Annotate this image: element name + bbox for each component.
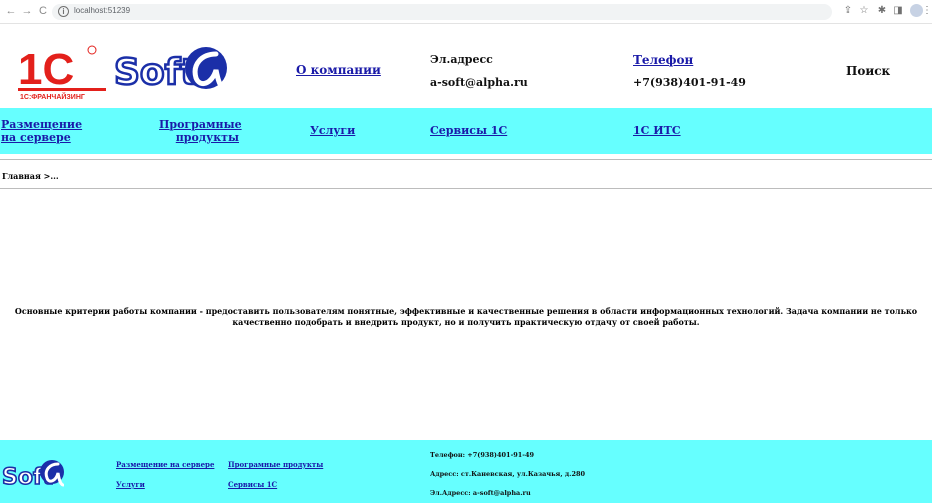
nav-item-1c-services[interactable]: Сервисы 1С [430,124,507,137]
nav-item-services[interactable]: Услуги [310,124,355,137]
search-label[interactable]: Поиск [846,64,890,78]
phone-link[interactable]: Телефон [633,53,693,67]
phone-value: +7(938)401-91-49 [633,76,746,89]
forward-icon[interactable]: → [20,4,34,18]
address-bar[interactable]: i localhost:51239 [52,4,832,20]
info-icon[interactable]: i [58,6,69,17]
more-icon[interactable]: ⋮ [922,4,932,18]
main-nav: Размещение на сервере Програмные продукт… [0,108,932,154]
footer-email: Эл.Адресс: a-soft@alpha.ru [430,489,531,497]
about-company-link[interactable]: О компании [296,63,381,77]
star-icon[interactable]: ☆ [858,4,870,18]
email-label: Эл.адресс [430,53,493,66]
extensions-icon[interactable]: ✱ [876,4,888,18]
reload-icon[interactable]: C [36,4,50,18]
site-footer: Soft Размещение на сервере Програмные пр… [0,440,932,503]
footer-phone: Телефон: +7(938)401-91-49 [430,451,535,459]
logo-soft-text: Soft [114,52,198,93]
footer-link-hosting[interactable]: Размещение на сервере [116,460,214,469]
site-header: 1C 1С:ФРАНЧАЙЗИНГ Soft О компании Эл.адр… [0,24,932,108]
nav-item-software[interactable]: Програмные продукты [159,118,242,144]
email-value: a-soft@alpha.ru [430,76,528,89]
divider-top [0,159,932,160]
divider-bottom [0,188,932,189]
footer-link-software[interactable]: Програмные продукты [228,460,323,469]
footer-link-services[interactable]: Услуги [116,480,145,489]
footer-logo-soft-alpha[interactable]: Soft [2,446,64,494]
back-icon[interactable]: ← [4,4,18,18]
company-intro-text: Основные критерии работы компании - пред… [14,306,918,327]
nav-item-hosting[interactable]: Размещение на сервере [1,118,101,144]
logo-1c[interactable]: 1C 1С:ФРАНЧАЙЗИНГ [16,44,108,102]
share-icon[interactable]: ⇪ [842,4,854,18]
logo-1c-text: 1C [18,45,74,94]
address-text: localhost:51239 [74,6,131,15]
logo-1c-caption: 1С:ФРАНЧАЙЗИНГ [20,92,85,101]
breadcrumb[interactable]: Главная >... [2,171,59,181]
footer-address: Адресс: ст.Каневская, ул.Казачья, д.280 [430,470,586,478]
sidebar-icon[interactable]: ◨ [892,4,904,18]
logo-soft-alpha[interactable]: Soft [112,34,228,98]
browser-toolbar: ← → C i localhost:51239 ⇪ ☆ ✱ ◨ ⋮ [0,0,932,24]
nav-item-1c-its[interactable]: 1С ИТС [633,124,681,137]
footer-link-1c-services[interactable]: Сервисы 1С [228,480,277,489]
